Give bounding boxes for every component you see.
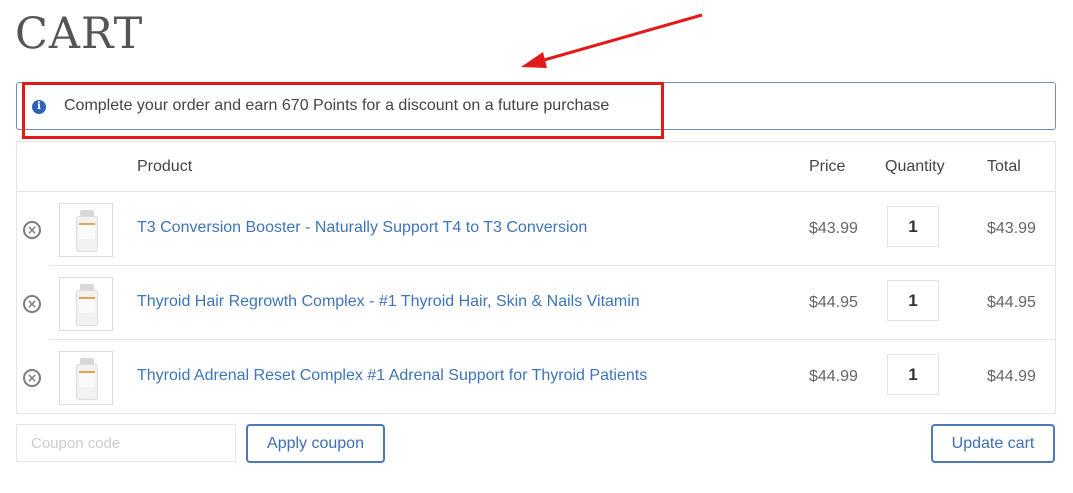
product-thumbnail[interactable]	[59, 277, 113, 331]
header-total: Total	[987, 158, 1021, 175]
remove-item-icon[interactable]: ×	[23, 221, 41, 239]
header-price: Price	[809, 158, 846, 175]
product-thumbnail[interactable]	[59, 203, 113, 257]
product-link[interactable]: Thyroid Adrenal Reset Complex #1 Adrenal…	[137, 367, 647, 385]
product-link[interactable]: Thyroid Hair Regrowth Complex - #1 Thyro…	[137, 293, 640, 311]
header-product: Product	[137, 158, 193, 175]
coupon-code-input[interactable]	[16, 424, 236, 462]
quantity-input[interactable]: 1	[887, 280, 939, 321]
line-total: $44.95	[987, 294, 1036, 311]
remove-item-icon[interactable]: ×	[23, 295, 41, 313]
quantity-input[interactable]: 1	[887, 206, 939, 247]
quantity-input[interactable]: 1	[887, 354, 939, 395]
product-link[interactable]: T3 Conversion Booster - Naturally Suppor…	[137, 219, 587, 237]
product-price: $44.99	[809, 368, 858, 385]
product-price: $43.99	[809, 220, 858, 237]
product-thumbnail[interactable]	[59, 351, 113, 405]
product-price: $44.95	[809, 294, 858, 311]
table-row: × Thyroid Hair Regrowth Complex - #1 Thy…	[17, 266, 1055, 340]
table-header: Product Price Quantity Total	[17, 142, 1055, 192]
table-row: × T3 Conversion Booster - Naturally Supp…	[17, 192, 1055, 266]
update-cart-button[interactable]: Update cart	[931, 424, 1055, 463]
line-total: $44.99	[987, 368, 1036, 385]
table-row: × Thyroid Adrenal Reset Complex #1 Adren…	[17, 340, 1055, 414]
cart-table: Product Price Quantity Total × T3 Conver…	[16, 141, 1056, 414]
line-total: $43.99	[987, 220, 1036, 237]
remove-item-icon[interactable]: ×	[23, 369, 41, 387]
header-quantity: Quantity	[885, 158, 945, 175]
apply-coupon-button[interactable]: Apply coupon	[246, 424, 385, 463]
